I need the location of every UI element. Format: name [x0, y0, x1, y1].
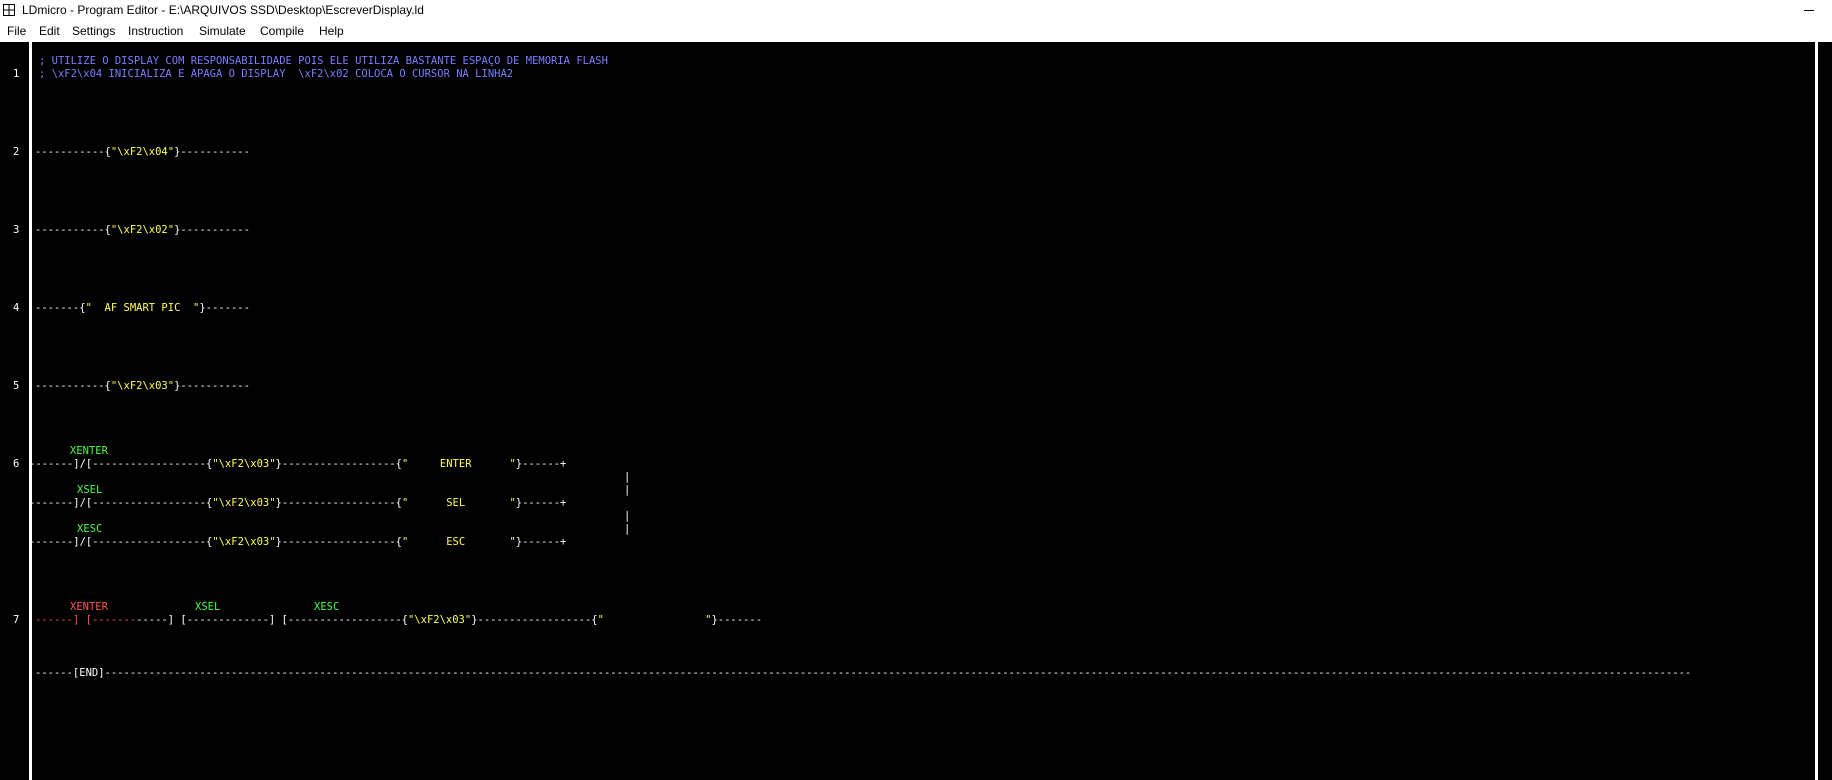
contact-label-xesc: XESC [314, 601, 340, 613]
rung-line: -------{" AF SMART PIC "}------- [35, 302, 250, 315]
contact-label-xesc: XESC [77, 523, 103, 535]
wire-right: }------- [199, 302, 250, 314]
display-string: "\xF2\x04" [110, 146, 175, 158]
window-title: LDmicro - Program Editor - E:\ARQUIVOS S… [22, 3, 424, 17]
contact-label-xsel: XSEL [77, 484, 103, 496]
end-marker: ------[END]-----------------------------… [35, 667, 1692, 679]
wire-left: -----------{ [35, 224, 111, 236]
display-string: " SEL " [401, 497, 516, 509]
rung-number: 1 [13, 68, 20, 80]
branch-line-3: -------]/[------------------{"\xF2\x03"}… [29, 536, 566, 549]
wire-mid: }------------------{ [275, 458, 402, 470]
display-string: " ENTER " [401, 458, 516, 470]
minimize-button[interactable] [1786, 0, 1832, 21]
display-string: "\xF2\x03" [110, 380, 175, 392]
display-string: "\xF2\x02" [110, 224, 175, 236]
left-power-rail [29, 42, 32, 780]
display-string: "\xF2\x03" [212, 458, 276, 470]
rung-number: 3 [13, 224, 20, 236]
contact-label-xenter: XENTER [70, 445, 108, 457]
contact-xenter: -------]/[------------------{ [29, 458, 213, 470]
rung-number: 5 [13, 380, 20, 392]
menu-compile[interactable]: Compile [260, 24, 304, 38]
rung-line: -----------{"\xF2\x03"}----------- [35, 380, 250, 393]
menu-edit[interactable]: Edit [39, 24, 60, 38]
wire-right: }----------- [174, 380, 250, 392]
wire-right: }----------- [174, 224, 250, 236]
rung-number: 7 [13, 614, 20, 626]
right-power-rail [1815, 42, 1818, 780]
energized-wire: ------] [------- [35, 614, 137, 626]
display-string: " ESC " [401, 536, 516, 548]
branch-line-2: -------]/[------------------{"\xF2\x03"}… [29, 497, 566, 510]
rung-line: -----------{"\xF2\x02"}----------- [35, 224, 250, 237]
contact-label-xenter: XENTER [70, 601, 108, 613]
display-string: " " [597, 614, 712, 626]
wire-mid: }------------------{ [275, 497, 402, 509]
wire-mid: }------------------{ [471, 614, 598, 626]
wire-left: -------{ [35, 302, 86, 314]
display-string: "\xF2\x03" [212, 536, 276, 548]
wire-right: }------+ [515, 497, 567, 509]
menu-help[interactable]: Help [319, 24, 344, 38]
rung-number: 6 [13, 458, 20, 470]
display-string: " AF SMART PIC " [85, 302, 200, 314]
wire-mid: }------------------{ [275, 536, 402, 548]
branch-vbar: | [624, 484, 631, 496]
contact-label-xsel: XSEL [195, 601, 221, 613]
minimize-icon [1804, 10, 1814, 11]
display-string: "\xF2\x03" [407, 614, 472, 626]
wire-left: -----------{ [35, 146, 111, 158]
display-string: "\xF2\x03" [212, 497, 276, 509]
menu-file[interactable]: File [7, 24, 26, 38]
branch-vbar: | [624, 523, 631, 535]
rung-number: 4 [13, 302, 20, 314]
branch-vbar: | [624, 510, 631, 522]
rung-number: 2 [13, 146, 20, 158]
series-contacts: -----] [-------------] [----------------… [136, 614, 408, 626]
contact-xesc: -------]/[------------------{ [29, 536, 213, 548]
wire-right: }------+ [515, 458, 567, 470]
comment-line-1: ; UTILIZE O DISPLAY COM RESPONSABILIDADE… [39, 55, 608, 67]
menu-instruction[interactable]: Instruction [128, 24, 183, 38]
contact-xsel: -------]/[------------------{ [29, 497, 213, 509]
wire-left: -----------{ [35, 380, 111, 392]
wire-right: }----------- [174, 146, 250, 158]
branch-vbar: | [624, 471, 631, 483]
wire-right: }------- [711, 614, 763, 626]
rung-line: -----------{"\xF2\x04"}----------- [35, 146, 250, 159]
title-bar: LDmicro - Program Editor - E:\ARQUIVOS S… [0, 0, 1832, 21]
rung-line: ------] [------------] [-------------] [… [35, 614, 762, 627]
branch-line-1: -------]/[------------------{"\xF2\x03"}… [29, 458, 566, 471]
menu-simulate[interactable]: Simulate [199, 24, 246, 38]
comment-line-2: ; \xF2\x04 INICIALIZA E APAGA O DISPLAY … [39, 68, 514, 80]
ldmicro-app-icon [3, 4, 15, 16]
menu-bar: File Edit Settings Instruction Simulate … [0, 21, 1832, 42]
wire-right: }------+ [515, 536, 567, 548]
menu-settings[interactable]: Settings [72, 24, 115, 38]
